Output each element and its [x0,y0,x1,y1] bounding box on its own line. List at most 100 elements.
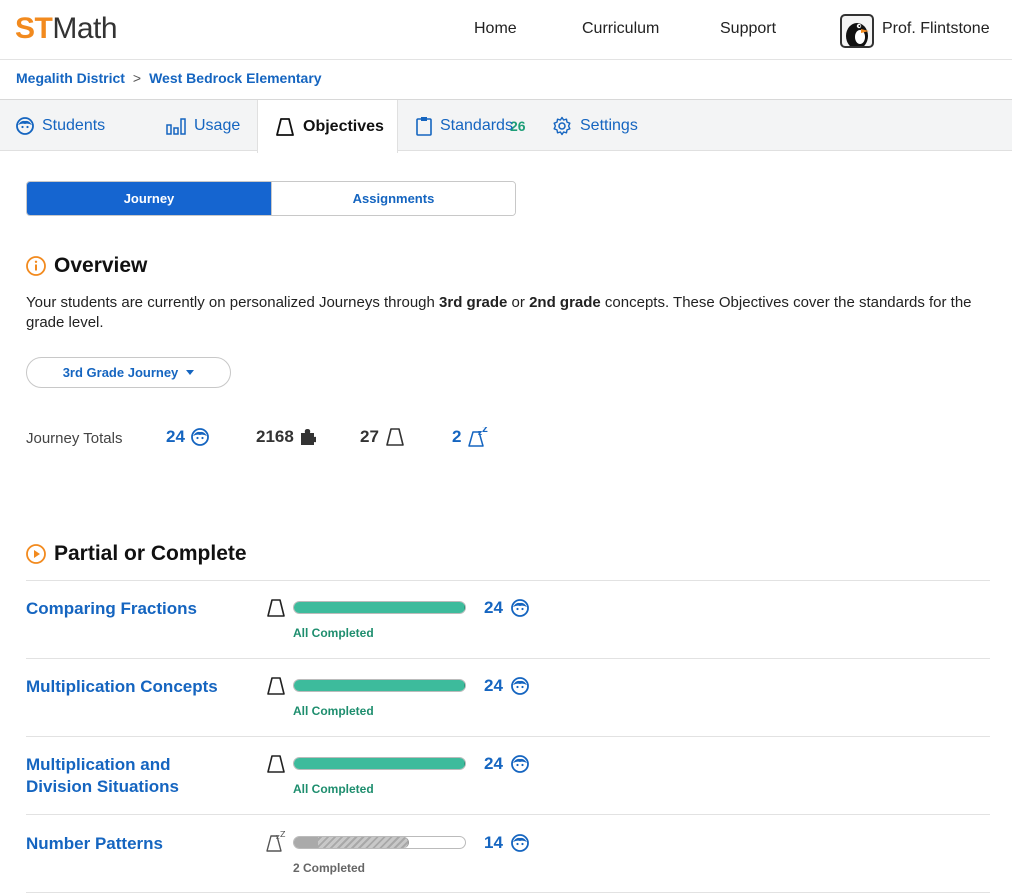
total-objectives-value: 27 [360,427,379,446]
progress-bar [293,836,466,849]
progress-fill [294,602,465,613]
flask-icon [276,117,294,136]
total-sleeping-value: 2 [452,427,462,446]
sleeping-flask-icon: zZ [266,831,286,852]
nav-home[interactable]: Home [474,20,517,38]
student-count: 24 [484,754,529,774]
student-face-icon [511,755,529,773]
student-count-value: 24 [484,598,503,617]
overview-title: Overview [54,254,148,277]
completion-status: All Completed [293,704,374,718]
divider [26,814,990,815]
divider [26,736,990,737]
clipboard-icon [416,117,432,136]
tab-settings[interactable]: Settings [552,100,638,152]
user-name[interactable]: Prof. Flintstone [882,20,990,38]
tab-usage[interactable]: Usage [166,100,240,152]
student-face-icon [191,428,209,446]
total-sleeping-objectives: 2 z Z [452,427,489,447]
progress-bar [293,757,466,770]
tab-standards-label: Standards [440,117,513,134]
journey-totals-label: Journey Totals [26,430,123,447]
journey-grade-dropdown[interactable]: 3rd Grade Journey [26,357,231,388]
breadcrumb-school[interactable]: West Bedrock Elementary [149,70,321,86]
objective-name-line1: Multiplication and [26,755,171,774]
logo-st: ST [15,12,53,45]
tab-standards[interactable]: Standards [416,100,513,152]
total-puzzles: 2168 [256,427,316,447]
partial-complete-title: Partial or Complete [54,542,247,565]
progress-bar [293,679,466,692]
avatar[interactable] [840,14,874,48]
caret-down-icon [186,370,195,375]
progress-fill [294,837,409,848]
tab-bar: Students 26 Usage Objectives Standards S… [0,99,1012,153]
flask-icon [267,755,285,773]
tab-students-label: Students [42,117,106,134]
journey-assignments-toggle: Journey Assignments [26,181,516,216]
grade-2-emphasis: 2nd grade [529,294,601,311]
objective-name: Multiplication Concepts [26,677,218,696]
completion-status: All Completed [293,626,374,640]
student-face-icon [511,677,529,695]
objective-multiplication-concepts[interactable]: Multiplication Concepts [26,676,218,698]
assignments-segment[interactable]: Assignments [271,182,515,215]
nav-support[interactable]: Support [720,20,776,38]
student-face-icon [511,834,529,852]
tab-objectives-label: Objectives [303,117,384,135]
student-face-icon [16,117,34,135]
flask-icon [386,428,404,446]
overview-heading: Overview [26,254,147,278]
overview-text-part: or [507,294,530,311]
tab-settings-label: Settings [580,117,638,134]
completion-status: All Completed [293,782,374,796]
objective-name: Comparing Fractions [26,599,197,618]
tab-usage-label: Usage [194,117,241,134]
total-puzzles-value: 2168 [256,427,294,446]
tab-objectives[interactable]: Objectives [257,100,398,153]
total-objectives: 27 [360,427,405,447]
logo-math: Math [52,12,118,45]
progress-fill [294,758,465,769]
objective-name-line2: Division Situations [26,777,180,796]
total-students: 24 [166,427,209,447]
nav-curriculum[interactable]: Curriculum [582,20,659,38]
total-students-value: 24 [166,427,185,446]
svg-text:Z: Z [280,831,286,839]
completion-status: 2 Completed [293,861,366,875]
objective-comparing-fractions[interactable]: Comparing Fractions [26,598,197,620]
top-header: STMath Home Curriculum Support Prof. Fli… [0,0,1012,60]
info-icon [26,256,46,276]
grade-3-emphasis: 3rd grade [439,294,508,311]
partial-complete-heading: Partial or Complete [26,542,247,566]
progress-fill [294,680,465,691]
penguin-icon [842,16,872,46]
progress-completed-segment [294,837,318,848]
puzzle-piece-icon [300,429,316,445]
breadcrumb-district[interactable]: Megalith District [16,70,125,86]
student-count: 24 [484,676,529,696]
divider [26,658,990,659]
gear-icon [553,116,571,136]
sleeping-flask-icon: z Z [468,427,488,447]
journey-grade-value: 3rd Grade Journey [62,365,179,380]
student-count: 24 [484,598,529,618]
breadcrumb-separator: > [132,70,142,86]
student-count-value: 24 [484,754,503,773]
student-count-value: 24 [484,676,503,695]
student-count-value: 14 [484,833,503,852]
objective-number-patterns[interactable]: Number Patterns [26,833,163,855]
overview-text-part: Your students are currently on personali… [26,294,440,311]
st-math-logo[interactable]: STMath [15,12,118,46]
svg-text:Z: Z [482,427,488,434]
journey-segment[interactable]: Journey [27,182,271,215]
objective-multiplication-division[interactable]: Multiplication and Division Situations [26,754,179,798]
divider [26,892,990,893]
student-face-icon [511,599,529,617]
play-circle-icon [26,544,46,564]
flask-icon [267,677,285,695]
student-count: 14 [484,833,529,853]
tab-students[interactable]: Students 26 [16,100,526,152]
divider [26,580,990,581]
objective-name: Number Patterns [26,834,163,853]
